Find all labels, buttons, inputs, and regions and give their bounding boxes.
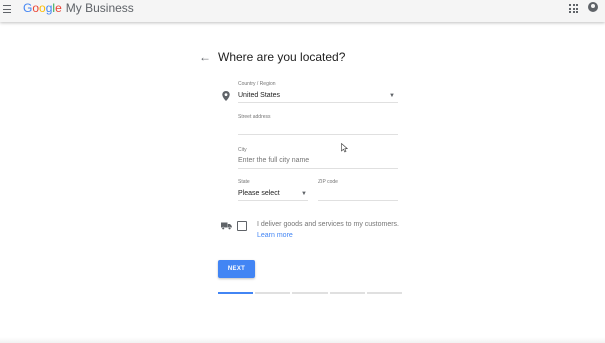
location-pin-icon (222, 91, 230, 101)
country-underline (238, 102, 398, 103)
city-underline (238, 168, 398, 169)
progress-step-3 (292, 292, 328, 294)
country-select[interactable]: United States (238, 91, 280, 100)
street-address-underline (238, 134, 398, 135)
street-address-label: Street address (238, 114, 271, 120)
zip-code-input[interactable] (318, 189, 398, 198)
country-label: Country / Region (238, 81, 276, 87)
zip-code-label: ZIP code (318, 179, 338, 185)
street-address-input[interactable] (238, 122, 398, 131)
next-button[interactable]: NEXT (218, 260, 255, 278)
product-name: My Business (65, 1, 134, 15)
learn-more-link[interactable]: Learn more (257, 232, 293, 240)
progress-step-1 (218, 292, 254, 294)
city-label: City (238, 147, 247, 153)
state-underline (238, 200, 308, 201)
arrow-back-icon[interactable]: ← (199, 51, 211, 63)
apps-grid-icon[interactable] (569, 4, 578, 13)
bottom-edge-shade (0, 337, 605, 343)
zip-code-underline (318, 200, 398, 201)
account-avatar-icon[interactable] (588, 2, 598, 12)
chevron-down-icon[interactable]: ▼ (389, 93, 395, 99)
hamburger-menu-icon[interactable] (3, 5, 11, 15)
chevron-down-icon[interactable]: ▼ (301, 191, 307, 197)
city-input[interactable]: Enter the full city name (238, 156, 309, 165)
state-select[interactable]: Please select (238, 189, 280, 198)
top-app-bar: Google My Business (0, 0, 605, 22)
mouse-pointer-icon (341, 143, 349, 153)
state-label: State (238, 179, 250, 185)
deliver-checkbox[interactable] (237, 221, 247, 231)
progress-step-4 (329, 292, 365, 294)
google-my-business-logo[interactable]: Google My Business (23, 1, 134, 15)
deliver-label: I deliver goods and services to my custo… (257, 221, 400, 228)
progress-step-5 (366, 292, 402, 294)
page-title: Where are you located? (218, 50, 346, 64)
delivery-truck-icon (221, 222, 232, 230)
progress-step-2 (255, 292, 291, 294)
